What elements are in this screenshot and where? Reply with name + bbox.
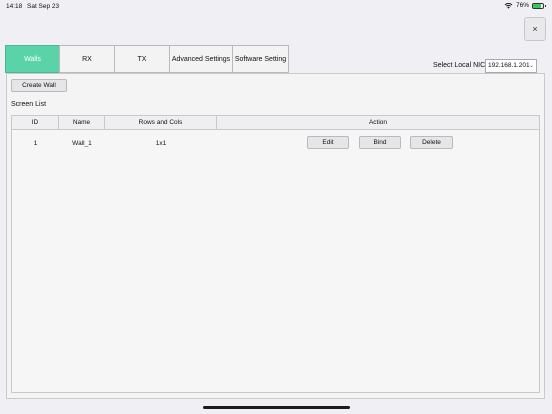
home-indicator[interactable] (203, 406, 350, 409)
cell-id: 1 (33, 139, 38, 147)
table-header: ID Name Rows and Cols Action (12, 116, 539, 130)
nic-label: Select Local NIC (433, 62, 486, 69)
column-header-id: ID (12, 116, 59, 129)
close-button[interactable]: × (524, 17, 546, 41)
tab-bar: Walls RX TX Advanced Settings Software S… (5, 45, 289, 73)
tab-rx[interactable]: RX (59, 45, 115, 73)
status-time: 14:18 (6, 3, 23, 10)
tab-walls[interactable]: Walls (5, 45, 60, 73)
screen-list-table: ID Name Rows and Cols Action 1 Wall_1 1x… (11, 115, 540, 393)
nic-select-value: 192.168.1.201 (488, 62, 530, 69)
battery-percent: 76% (515, 2, 529, 9)
tab-tx[interactable]: TX (114, 45, 170, 73)
nic-select[interactable]: 192.168.1.201 ⌄ (485, 59, 537, 73)
screen-list-label: Screen List (11, 101, 47, 108)
tab-software-setting[interactable]: Software Setting (232, 45, 289, 73)
cell-name: Wall_1 (72, 139, 92, 147)
column-header-action: Action (368, 119, 388, 126)
battery-icon (532, 2, 546, 9)
walls-panel: Create Wall Screen List ID Name Rows and… (6, 73, 545, 399)
cell-rows-cols: 1x1 (155, 139, 167, 147)
status-right: 76% (504, 2, 546, 9)
status-date: Sat Sep 23 (27, 3, 60, 10)
battery-level (533, 3, 541, 8)
tab-advanced-settings[interactable]: Advanced Settings (169, 45, 233, 73)
bind-button[interactable]: Bind (359, 136, 401, 149)
chevron-updown-icon: ⌄ (528, 63, 534, 69)
table-row: 1 Wall_1 1x1 Edit Bind Delete (12, 130, 539, 156)
delete-button[interactable]: Delete (410, 136, 453, 149)
column-header-name: Name (59, 116, 105, 129)
column-header-rows-cols: Rows and Cols (105, 116, 217, 129)
edit-button[interactable]: Edit (307, 136, 349, 149)
wifi-icon (504, 3, 513, 9)
status-bar: 14:18 Sat Sep 23 76% (0, 0, 552, 14)
create-wall-button[interactable]: Create Wall (11, 79, 67, 92)
